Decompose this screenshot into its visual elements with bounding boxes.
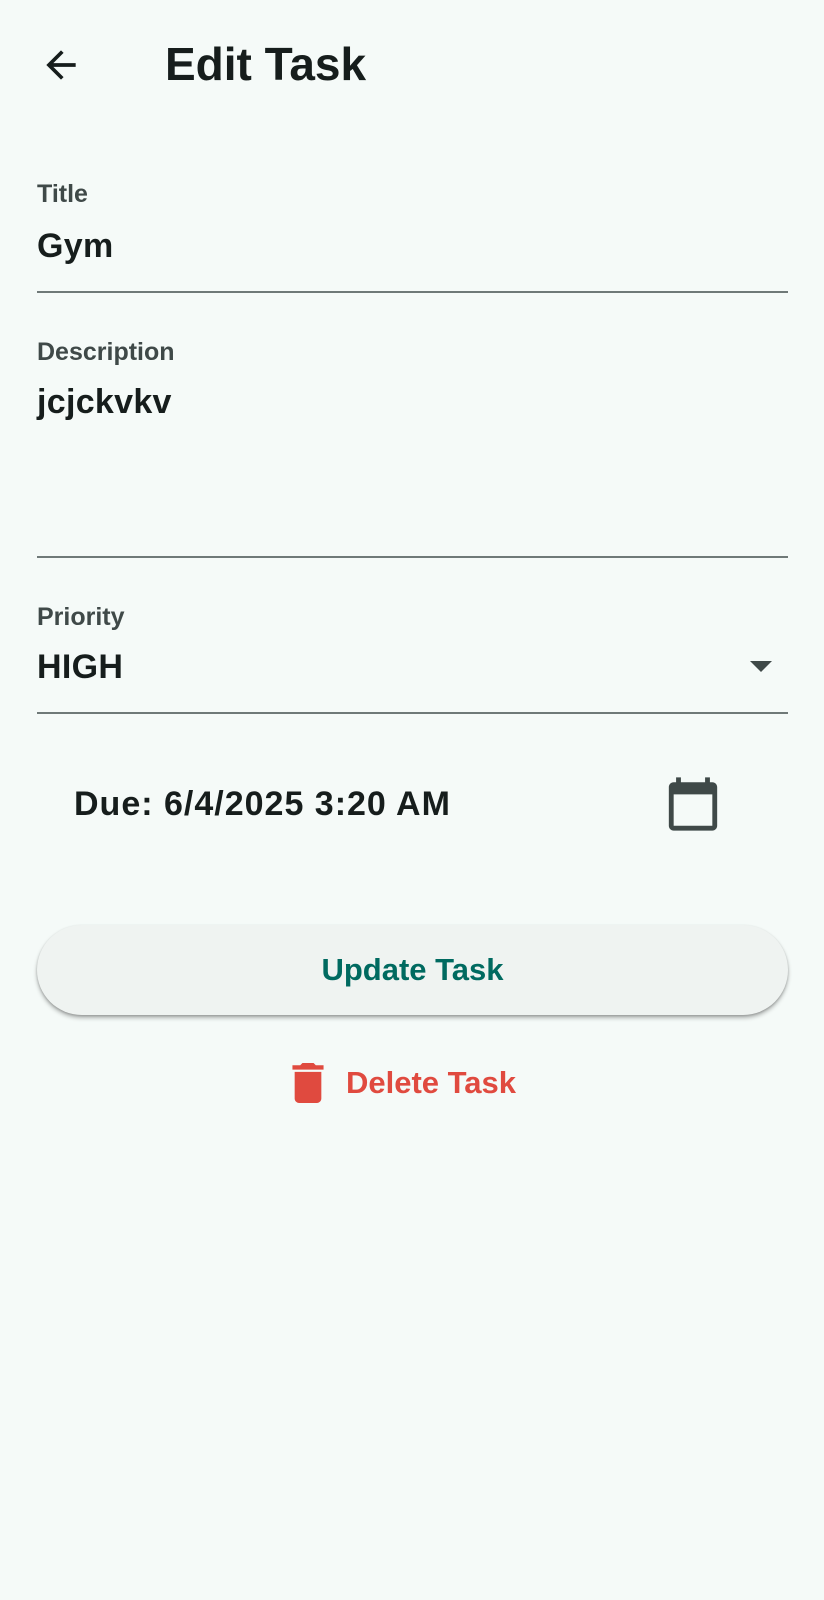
due-date-row: Due: 6/4/2025 3:20 AM — [37, 765, 788, 845]
calendar-icon — [668, 777, 718, 831]
description-input[interactable]: jcjckvkv — [37, 381, 172, 423]
update-task-button[interactable]: Update Task — [37, 925, 788, 1015]
description-label: Description — [37, 338, 175, 366]
update-task-label: Update Task — [321, 952, 504, 987]
priority-selected-value[interactable]: HIGH — [37, 646, 123, 688]
delete-task-button[interactable]: Delete Task — [290, 1055, 540, 1111]
page-title: Edit Task — [165, 38, 367, 90]
priority-label: Priority — [37, 603, 125, 631]
description-field[interactable]: Description jcjckvkv — [37, 331, 788, 558]
arrow-drop-down-icon[interactable] — [750, 661, 772, 672]
title-label: Title — [37, 180, 88, 208]
title-field[interactable]: Title Gym — [37, 175, 788, 293]
arrow-back-icon — [46, 50, 76, 80]
title-input[interactable]: Gym — [37, 225, 114, 267]
due-date-text: Due: 6/4/2025 3:20 AM — [74, 785, 451, 823]
priority-dropdown[interactable]: Priority HIGH — [37, 597, 788, 714]
trash-icon — [290, 1061, 326, 1105]
back-button[interactable] — [33, 37, 89, 93]
delete-task-label: Delete Task — [346, 1065, 517, 1100]
app-bar: Edit Task — [0, 0, 824, 126]
edit-task-screen: Edit Task Title Gym Description jcjckvkv… — [0, 0, 824, 1600]
calendar-button[interactable] — [664, 775, 722, 833]
